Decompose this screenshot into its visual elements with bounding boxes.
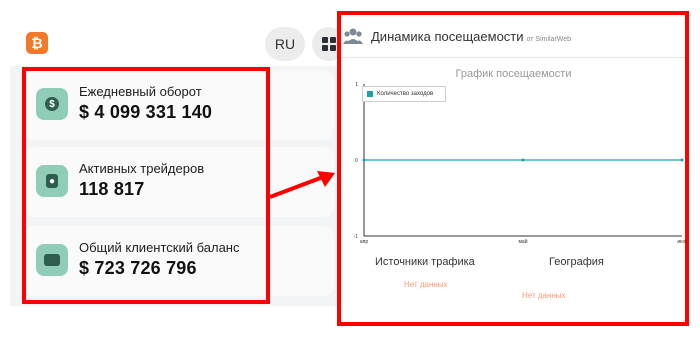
logo-icon: ₿ [31, 35, 43, 51]
app-logo[interactable]: ₿ [26, 32, 48, 54]
users-icon [343, 28, 363, 44]
geography-no-data: Нет данных [522, 291, 566, 300]
data-point [362, 158, 366, 162]
y-tick-label: 0 [355, 158, 358, 164]
traffic-source-text: от SimilarWeb [526, 36, 572, 43]
y-tick-label: -1 [354, 234, 359, 240]
legend-swatch [367, 91, 373, 97]
legend-label: Количество заходов [377, 91, 434, 97]
traffic-sources-no-data: Нет данных [404, 280, 448, 289]
data-point [521, 158, 525, 162]
data-point [680, 158, 684, 162]
grid-icon [322, 37, 336, 51]
stats-highlight-frame [22, 67, 270, 304]
geography-title: География [549, 256, 604, 268]
divider [342, 57, 685, 58]
y-tick-label: 1 [355, 82, 358, 88]
traffic-title-text: Динамика посещаемости [371, 29, 524, 44]
highlight-arrow [269, 171, 335, 199]
chart-legend[interactable]: Количество заходов [362, 86, 446, 102]
traffic-sources-title: Источники трафика [375, 256, 475, 268]
traffic-chart: 1 0 -1апр май июн [354, 82, 687, 245]
x-tick-label: апр [360, 239, 368, 245]
chart-title: График посещаемости [455, 68, 572, 80]
language-label: RU [274, 36, 296, 52]
x-tick-label: июн [677, 239, 687, 245]
traffic-panel-title: Динамика посещаемости от SimilarWeb [371, 29, 571, 44]
x-tick-label: май [518, 238, 527, 245]
language-switch-button[interactable]: RU [265, 27, 305, 61]
